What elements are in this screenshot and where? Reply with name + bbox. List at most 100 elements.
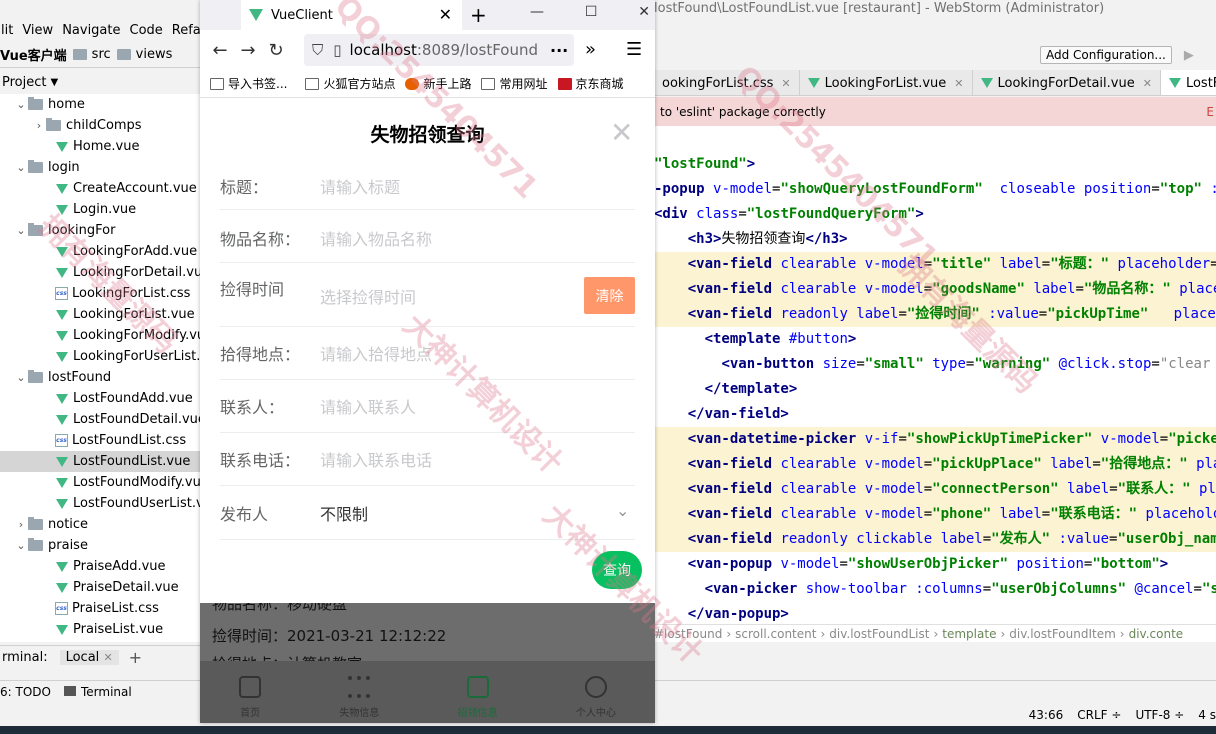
tree-folder[interactable]: ⌄ praise (14, 535, 88, 556)
path-project[interactable]: Vue客户端 (0, 45, 67, 64)
minimize-icon[interactable]: — (530, 4, 544, 20)
tree-file[interactable]: LookingForList.vue (32, 304, 195, 325)
shield-icon[interactable]: ⛉ (312, 41, 323, 59)
title-input[interactable]: 请输入标题 (320, 174, 400, 198)
path-src[interactable]: src (72, 47, 111, 62)
tree-file[interactable]: LookingForDetail.vue (32, 262, 200, 283)
menu-item-view[interactable]: View (22, 23, 53, 38)
close-icon[interactable]: ✕ (954, 77, 963, 90)
run-icon[interactable]: ▶ (1184, 48, 1194, 63)
tree-file[interactable]: PraiseAdd.vue (32, 556, 166, 577)
tab-profile[interactable]: 个人中心 (576, 676, 616, 719)
status-indent[interactable]: 4 s (1198, 708, 1216, 722)
project-panel-header[interactable]: Project ▼ (0, 70, 200, 94)
tree-folder[interactable]: ⌄ home (14, 94, 85, 115)
close-icon[interactable]: ✕ (439, 5, 452, 24)
breadcrumb-item[interactable]: template (942, 627, 996, 641)
tree-file[interactable]: css LostFoundList.css (32, 430, 186, 451)
tree-file[interactable]: PraiseDetail.vue (32, 577, 179, 598)
clear-button[interactable]: 清除 (584, 277, 635, 314)
chevron-right-icon[interactable]: › (32, 119, 46, 132)
tab-lost-info[interactable]: 失物信息 (339, 676, 379, 719)
phone-input[interactable]: 请输入联系电话 (320, 447, 432, 471)
tree-file[interactable]: Home.vue (32, 136, 139, 157)
warning-action[interactable]: E (1206, 105, 1214, 119)
tree-file[interactable]: LostFoundAdd.vue (32, 388, 193, 409)
chevron-down-icon[interactable]: ⌄ (14, 539, 28, 552)
lock-icon[interactable]: ▯ (333, 41, 341, 59)
overflow-icon[interactable]: » (585, 39, 596, 60)
query-button[interactable]: 查询 (592, 551, 642, 589)
contact-person-input[interactable]: 请输入联系人 (320, 394, 416, 418)
breadcrumb-item[interactable]: div.conte (1129, 627, 1184, 641)
new-tab-icon[interactable]: + (470, 3, 487, 27)
more-icon[interactable]: ··· (550, 41, 568, 60)
close-icon[interactable]: ✕ (781, 77, 790, 90)
field-goods-name[interactable]: 物品名称： 请输入物品名称 (200, 223, 655, 253)
status-line-separator[interactable]: CRLF ÷ (1077, 708, 1121, 722)
tree-file[interactable]: LostFoundModify.vue (32, 472, 200, 493)
editor-tab-lookingforlist-vue[interactable]: LookingForList.vue ✕ (800, 70, 973, 95)
field-publisher[interactable]: 发布人 不限制 (200, 498, 655, 528)
editor-tab-lookingforlist-css[interactable]: ookingForList.css ✕ (654, 70, 800, 95)
tree-file[interactable]: LostFoundUserList.vue (32, 493, 200, 514)
bookmark-jd[interactable]: 京东商城 (557, 75, 624, 92)
status-position[interactable]: 43:66 (1029, 708, 1064, 722)
tab-home[interactable]: 首页 (239, 676, 262, 719)
menu-item-refactor[interactable]: Refac (172, 23, 200, 38)
tree-folder[interactable]: ⌄ login (14, 157, 80, 178)
goods-name-input[interactable]: 请输入物品名称 (320, 226, 432, 250)
terminal-tab-local[interactable]: Local ✕ (59, 650, 119, 665)
breadcrumb-item[interactable]: scroll.content (735, 627, 816, 641)
bookmark-import[interactable]: 导入书签... (210, 75, 287, 92)
close-icon[interactable]: ✕ (1143, 77, 1152, 90)
tree-folder[interactable]: ⌄ lostFound (14, 367, 111, 388)
field-phone[interactable]: 联系电话： 请输入联系电话 (200, 444, 655, 474)
tree-file[interactable]: LookingForAdd.vue (32, 241, 197, 262)
close-icon[interactable]: ✕ (610, 116, 633, 149)
tree-folder[interactable]: › notice (14, 514, 88, 535)
tree-folder[interactable]: ⌄ lookingFor (14, 220, 115, 241)
close-icon[interactable]: ✕ (103, 651, 112, 664)
browser-tab-vueclient[interactable]: VueClient ✕ (241, 0, 462, 30)
tree-file[interactable]: css LookingForList.css (32, 283, 190, 304)
breadcrumb-item[interactable]: #lostFound (654, 627, 722, 641)
pickup-time-input[interactable]: 选择捡得时间 (320, 284, 416, 308)
menu-item-navigate[interactable]: Navigate (62, 23, 120, 38)
chevron-right-icon[interactable]: › (14, 518, 28, 531)
chevron-down-icon[interactable]: ⌄ (14, 224, 28, 237)
bookmark-firefox[interactable]: 火狐官方站点 (305, 75, 395, 92)
breadcrumb-item[interactable]: div.lostFoundItem (1009, 627, 1116, 641)
bookmark-common[interactable]: 常用网址 (481, 75, 548, 92)
editor-tab-lookingfordetail-vue[interactable]: LookingForDetail.vue ✕ (973, 70, 1161, 95)
tree-file[interactable]: LostFoundDetail.vue (32, 409, 200, 430)
tree-file[interactable]: PraiseList.vue (32, 619, 163, 640)
close-icon[interactable]: ✕ (638, 4, 650, 20)
menu-icon[interactable]: ☰ (626, 39, 642, 60)
chevron-down-icon[interactable]: ⌄ (616, 501, 629, 520)
tree-file[interactable]: LookingForUserList.vue (32, 346, 200, 367)
chevron-down-icon[interactable]: ⌄ (14, 371, 28, 384)
back-icon[interactable]: ← (206, 36, 234, 64)
breadcrumb-item[interactable]: div.lostFoundList (829, 627, 929, 641)
maximize-icon[interactable]: ☐ (585, 4, 598, 20)
tree-file[interactable]: Login.vue (32, 199, 136, 220)
menu-item-edit[interactable]: lit (1, 23, 13, 38)
path-views[interactable]: views (116, 47, 172, 62)
code-editor[interactable]: "lostFound"> -popup v-model="showQueryLo… (654, 126, 1216, 624)
todo-button[interactable]: 6: TODO (0, 685, 51, 699)
editor-tab-lostfoundlist-vue[interactable]: LostFound (1160, 70, 1216, 95)
tree-folder[interactable]: › childComps (32, 115, 142, 136)
menu-item-code[interactable]: Code (130, 23, 163, 38)
status-encoding[interactable]: UTF-8 ÷ (1135, 708, 1184, 722)
publisher-select[interactable]: 不限制 (320, 501, 368, 525)
chevron-down-icon[interactable]: ⌄ (14, 161, 28, 174)
pickup-place-input[interactable]: 请输入拾得地点 (320, 341, 432, 365)
tree-file[interactable]: LookingForModify.vue (32, 325, 200, 346)
tab-found-info[interactable]: 招领信息 (458, 676, 498, 719)
url-bar[interactable]: ⛉ ▯ localhost:8089/lostFound (304, 34, 574, 66)
reload-icon[interactable]: ↻ (262, 36, 290, 64)
tree-file[interactable]: css PraiseList.css (32, 598, 159, 619)
bookmark-getting-started[interactable]: 新手上路 (405, 75, 471, 92)
field-title[interactable]: 标题： 请输入标题 (200, 171, 655, 201)
